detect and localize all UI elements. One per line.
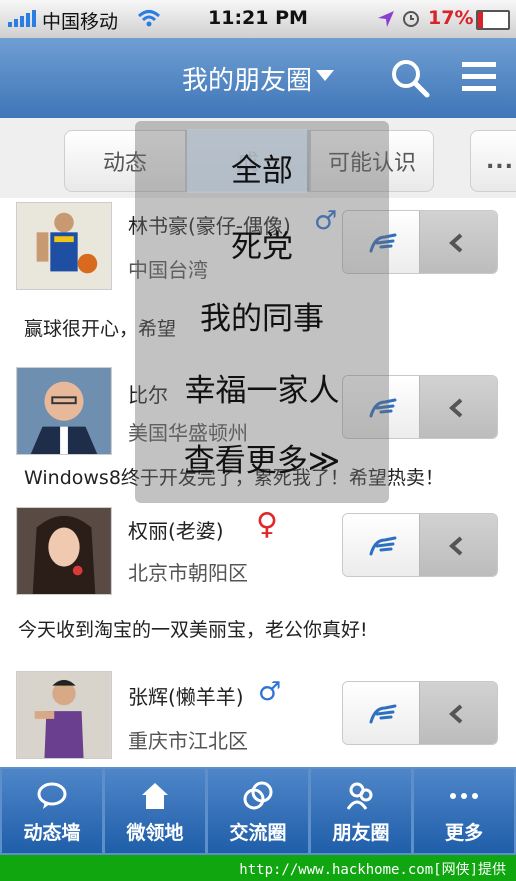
message-action-button[interactable] <box>342 513 498 577</box>
carrier-label: 中国移动 <box>42 11 119 33</box>
friend-location: 北京市朝阳区 <box>128 561 248 585</box>
more-tab-button[interactable]: ... <box>470 130 516 192</box>
friend-location: 重庆市江北区 <box>128 729 248 753</box>
nav-title[interactable]: 我的朋友圈 <box>182 60 312 97</box>
wave-hand-icon <box>369 536 397 556</box>
alarm-clock-icon <box>403 11 419 27</box>
avatar[interactable] <box>16 671 112 759</box>
chevron-left-icon <box>448 233 463 253</box>
navigation-bar: 我的朋友圈 <box>0 38 516 118</box>
circles-icon <box>243 781 273 810</box>
tab-exchange-circle[interactable]: 交流圈 <box>208 769 308 853</box>
chevron-down-icon[interactable] <box>316 70 334 82</box>
tab-label: 朋友圈 <box>332 822 390 844</box>
watermark-text: http://www.hackhome.com[网侠]提供 <box>239 862 506 878</box>
dropdown-item-colleagues[interactable]: 我的同事 <box>135 293 389 338</box>
tab-label: 更多 <box>444 822 483 844</box>
chevron-left-icon <box>448 704 463 724</box>
battery-icon <box>476 10 510 30</box>
friend-status: 今天收到淘宝的一双美丽宝，老公你真好! <box>18 619 368 641</box>
group-dropdown-menu: 全部 死党 我的同事 幸福一家人 查看更多≫ <box>135 121 389 503</box>
chevron-left-icon <box>448 536 463 556</box>
watermark-footer: http://www.hackhome.com[网侠]提供 <box>0 855 516 881</box>
tab-micro-territory[interactable]: 微领地 <box>105 769 205 853</box>
menu-icon[interactable] <box>460 58 498 96</box>
avatar[interactable] <box>16 507 112 595</box>
signal-bar <box>26 13 30 27</box>
status-bar: 中国移动 11:21 PM 17% <box>0 0 516 38</box>
dropdown-item-view-more[interactable]: 查看更多≫ <box>135 435 389 480</box>
tab-label: 动态墙 <box>23 822 81 844</box>
location-arrow-icon <box>378 11 394 27</box>
clock-time: 11:21 PM <box>208 7 308 29</box>
tab-more[interactable]: 更多 <box>414 769 514 853</box>
friend-name: 张辉(懒羊羊) <box>128 685 244 709</box>
bottom-tab-bar: 动态墙 微领地 交流圈 朋友圈 更多 <box>0 767 516 855</box>
wave-hand-icon <box>369 704 397 724</box>
avatar[interactable] <box>16 367 112 455</box>
message-action-button[interactable] <box>342 681 498 745</box>
friend-list-item[interactable]: 权丽(老婆) ♀ 北京市朝阳区 今天收到淘宝的一双美丽宝，老公你真好! <box>0 493 516 656</box>
male-icon: ♂ <box>258 677 282 707</box>
friend-name: 权丽(老婆) <box>128 519 224 543</box>
signal-bar <box>14 19 18 27</box>
dropdown-item-all[interactable]: 全部 <box>135 145 389 190</box>
female-icon: ♀ <box>256 507 278 542</box>
home-icon <box>142 783 168 809</box>
more-dots-icon: ... <box>485 148 515 174</box>
signal-bar <box>20 16 24 27</box>
signal-bar <box>32 10 36 27</box>
battery-percent: 17% <box>428 7 474 29</box>
dropdown-item-best-friends[interactable]: 死党 <box>135 221 389 266</box>
signal-bar <box>8 22 12 27</box>
search-icon[interactable] <box>390 58 430 98</box>
dropdown-item-family[interactable]: 幸福一家人 <box>135 365 389 410</box>
chat-bubble-icon <box>37 782 67 809</box>
wifi-icon <box>137 10 161 27</box>
more-dots-icon <box>450 793 478 799</box>
chevron-left-icon <box>448 398 463 418</box>
friends-icon <box>346 782 373 810</box>
tab-friends-circle[interactable]: 朋友圈 <box>311 769 411 853</box>
tab-label: 微领地 <box>126 822 184 844</box>
friend-list-item[interactable]: 张辉(懒羊羊) ♂ 重庆市江北区 <box>0 655 516 767</box>
tab-label: 交流圈 <box>229 822 287 844</box>
avatar[interactable] <box>16 202 112 290</box>
tab-dynamic-wall[interactable]: 动态墙 <box>2 769 102 853</box>
